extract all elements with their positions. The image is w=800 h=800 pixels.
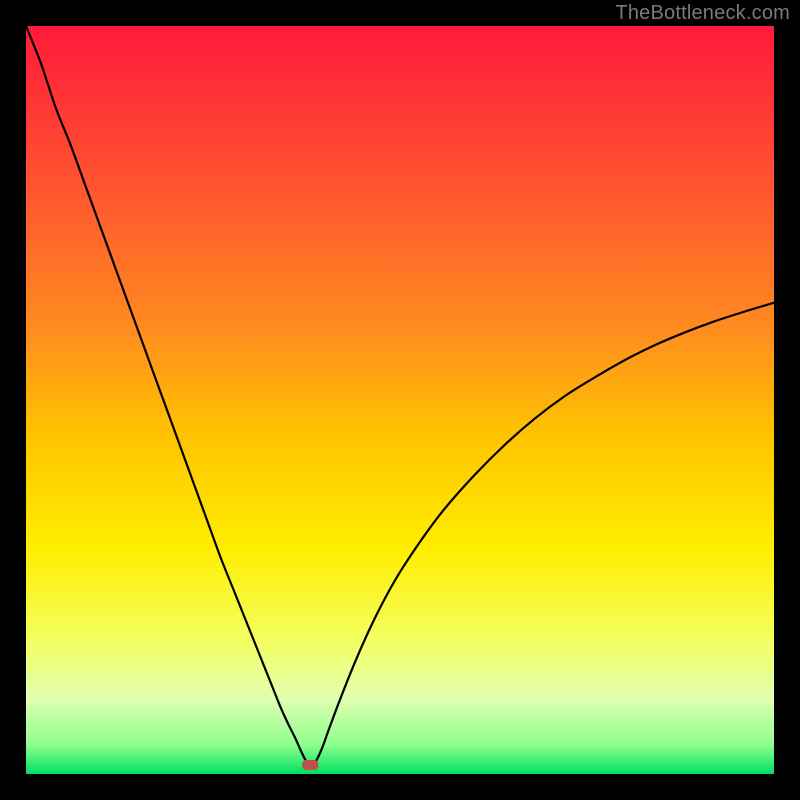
chart-frame: TheBottleneck.com — [0, 0, 800, 800]
chart-svg — [26, 26, 774, 774]
optimal-point-marker — [302, 760, 318, 770]
watermark-text: TheBottleneck.com — [615, 2, 790, 25]
plot-area — [26, 26, 774, 774]
gradient-background — [26, 26, 774, 774]
